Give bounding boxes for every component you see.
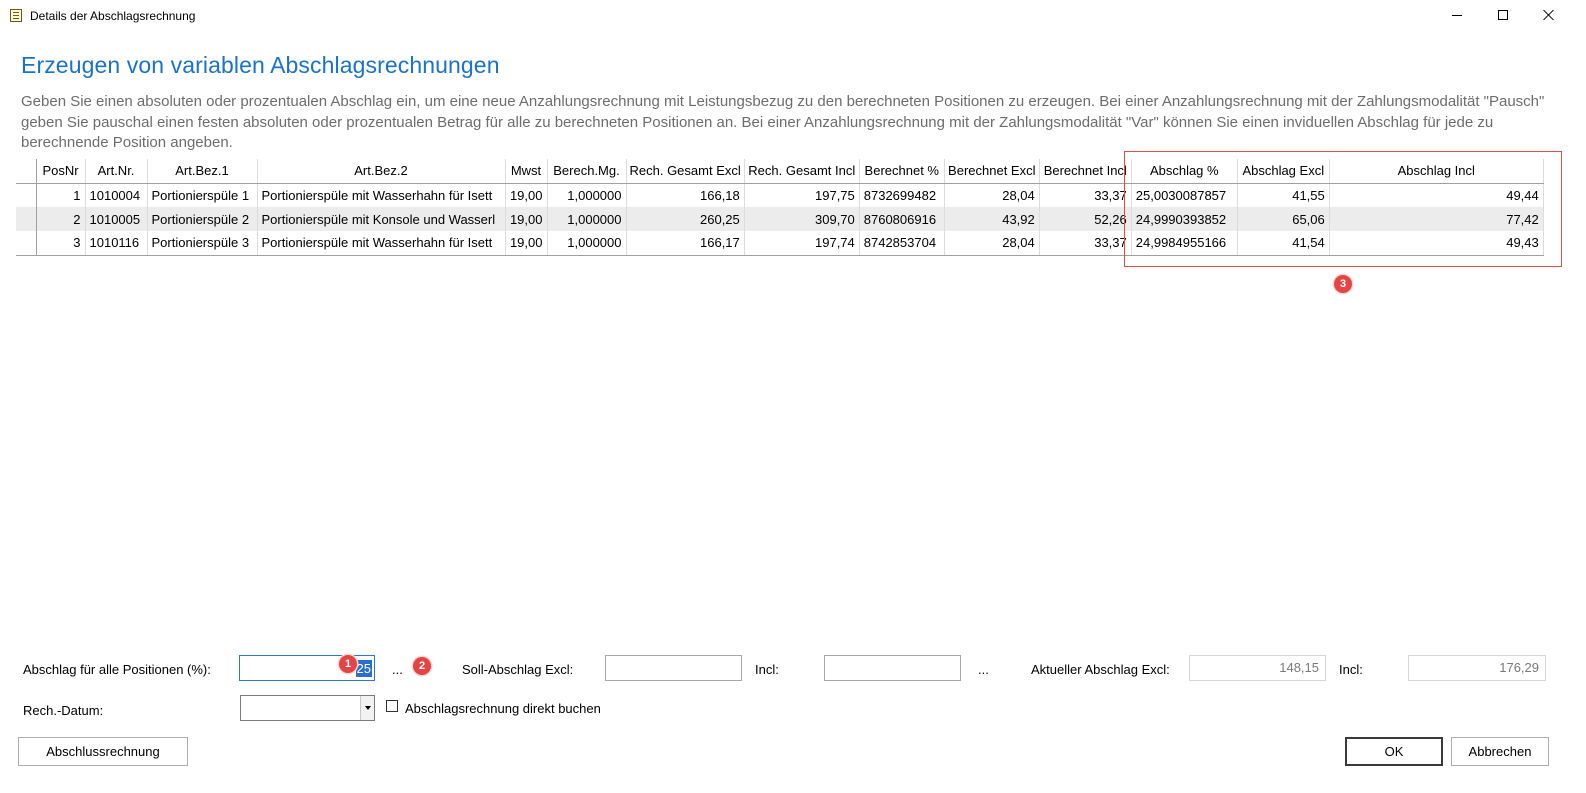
rech-datum-dropdown-button[interactable] <box>360 696 374 720</box>
cancel-button[interactable]: Abbrechen <box>1451 737 1549 766</box>
cell-artnr[interactable]: 1010005 <box>85 207 148 231</box>
cell-artbez2[interactable]: Portionierspüle mit Konsole und Wasserl <box>257 207 506 231</box>
dialog-window: Details der Abschlagsrechnung Erzeugen v… <box>0 0 1586 793</box>
close-icon <box>1543 9 1555 21</box>
column-header[interactable]: Berech.Mg. <box>547 159 627 184</box>
chevron-down-icon <box>364 706 371 710</box>
row-header[interactable] <box>16 207 37 231</box>
title-bar: Details der Abschlagsrechnung <box>0 0 1586 32</box>
abschlag-percent-value: 25 <box>355 660 372 677</box>
cell-artbez1[interactable]: Portionierspüle 1 <box>147 183 258 207</box>
cell-posnr[interactable]: 2 <box>36 207 86 231</box>
soll-abschlag-excl-input[interactable] <box>605 655 742 681</box>
cell-artbez1[interactable]: Portionierspüle 3 <box>147 231 258 256</box>
cell-berechnet-incl[interactable]: 52,26 <box>1039 207 1132 231</box>
description-text: Geben Sie einen absoluten oder prozentua… <box>21 93 1545 151</box>
cell-artnr[interactable]: 1010116 <box>85 231 148 256</box>
minimize-button[interactable] <box>1434 0 1480 30</box>
annotation-marker-1: 1 <box>339 655 357 673</box>
direkt-buchen-label: Abschlagsrechnung direkt buchen <box>405 701 601 716</box>
cell-posnr[interactable]: 3 <box>36 231 86 256</box>
annotation-marker-3: 3 <box>1334 275 1352 293</box>
page-title: Erzeugen von variablen Abschlagsrechnung… <box>21 52 500 78</box>
abschlag-label: Abschlag für alle Positionen (%): <box>23 662 211 677</box>
column-header[interactable]: Art.Nr. <box>85 159 148 184</box>
cell-rech-gesamt-incl[interactable]: 309,70 <box>744 207 860 231</box>
column-header[interactable]: Mwst <box>505 159 548 184</box>
minimize-icon <box>1452 14 1462 16</box>
cell-berechnet-pct[interactable]: 8760806916 <box>859 207 945 231</box>
cell-berechnet-incl[interactable]: 33,37 <box>1039 183 1132 207</box>
soll-ellipsis-button[interactable]: ... <box>978 662 989 677</box>
abschlag-columns-highlight <box>1124 151 1562 267</box>
cell-mwst[interactable]: 19,00 <box>505 207 548 231</box>
rech-datum-label: Rech.-Datum: <box>23 703 104 718</box>
abschlussrechnung-button[interactable]: Abschlussrechnung <box>18 737 188 766</box>
cell-posnr[interactable]: 1 <box>36 183 86 207</box>
direkt-buchen-checkbox[interactable] <box>386 700 398 712</box>
soll-abschlag-label: Soll-Abschlag Excl: <box>462 662 574 677</box>
maximize-button[interactable] <box>1480 0 1526 30</box>
column-header[interactable]: Art.Bez.1 <box>147 159 258 184</box>
cell-berechnet-excl[interactable]: 43,92 <box>944 207 1040 231</box>
soll-abschlag-incl-input[interactable] <box>824 655 961 681</box>
cell-rech-gesamt-excl[interactable]: 166,17 <box>626 231 745 256</box>
cell-artbez2[interactable]: Portionierspüle mit Wasserhahn für Isett <box>257 231 506 256</box>
cell-berech-mg[interactable]: 1,000000 <box>547 207 627 231</box>
cell-rech-gesamt-excl[interactable]: 166,18 <box>626 183 745 207</box>
window-title: Details der Abschlagsrechnung <box>30 9 196 23</box>
column-header[interactable]: PosNr <box>36 159 86 184</box>
cell-artbez2[interactable]: Portionierspüle mit Wasserhahn für Isett <box>257 183 506 207</box>
column-header[interactable]: Berechnet % <box>859 159 945 184</box>
aktueller-abschlag-incl-field: 176,29 <box>1408 655 1546 681</box>
cell-rech-gesamt-excl[interactable]: 260,25 <box>626 207 745 231</box>
cell-artnr[interactable]: 1010004 <box>85 183 148 207</box>
aktueller-incl-label: Incl: <box>1339 662 1363 677</box>
column-header[interactable]: Berechnet Incl <box>1039 159 1132 184</box>
aktueller-abschlag-label: Aktueller Abschlag Excl: <box>1031 662 1170 677</box>
column-header[interactable]: Berechnet Excl <box>944 159 1040 184</box>
maximize-icon <box>1498 10 1508 20</box>
abschlag-ellipsis-button[interactable]: ... <box>392 662 403 677</box>
cell-berechnet-excl[interactable]: 28,04 <box>944 183 1040 207</box>
document-icon <box>10 9 22 22</box>
row-header[interactable] <box>16 231 37 256</box>
cell-berech-mg[interactable]: 1,000000 <box>547 231 627 256</box>
column-header[interactable]: Rech. Gesamt Incl <box>744 159 860 184</box>
row-header[interactable] <box>16 183 37 207</box>
column-header[interactable]: Art.Bez.2 <box>257 159 506 184</box>
cell-artbez1[interactable]: Portionierspüle 2 <box>147 207 258 231</box>
cell-berechnet-excl[interactable]: 28,04 <box>944 231 1040 256</box>
cell-berech-mg[interactable]: 1,000000 <box>547 183 627 207</box>
ok-button[interactable]: OK <box>1345 737 1443 766</box>
cell-berechnet-pct[interactable]: 8742853704 <box>859 231 945 256</box>
rech-datum-combo[interactable] <box>240 695 375 721</box>
cell-mwst[interactable]: 19,00 <box>505 231 548 256</box>
cell-berechnet-incl[interactable]: 33,37 <box>1039 231 1132 256</box>
cell-rech-gesamt-incl[interactable]: 197,75 <box>744 183 860 207</box>
cell-rech-gesamt-incl[interactable]: 197,74 <box>744 231 860 256</box>
row-header-corner[interactable] <box>16 159 37 184</box>
cell-berechnet-pct[interactable]: 8732699482 <box>859 183 945 207</box>
soll-incl-label: Incl: <box>755 662 779 677</box>
column-header[interactable]: Rech. Gesamt Excl <box>626 159 745 184</box>
cell-mwst[interactable]: 19,00 <box>505 183 548 207</box>
aktueller-abschlag-excl-field: 148,15 <box>1189 655 1326 681</box>
close-button[interactable] <box>1526 0 1572 30</box>
annotation-marker-2: 2 <box>413 657 431 675</box>
